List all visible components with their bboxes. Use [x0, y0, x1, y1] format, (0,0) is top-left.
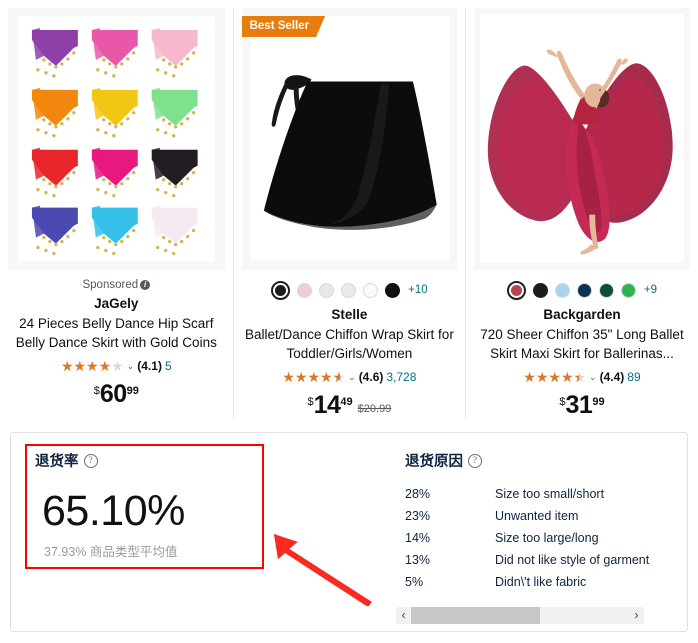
- color-swatch[interactable]: [576, 282, 592, 298]
- info-icon[interactable]: i: [140, 280, 151, 290]
- list-item: 13% Did not like style of garment: [405, 549, 698, 571]
- color-swatch[interactable]: [363, 282, 379, 298]
- reason-label: Didn\'t like fabric: [495, 575, 587, 589]
- color-swatch[interactable]: [385, 282, 401, 298]
- belly-dance-hip-scarves-image: [8, 8, 225, 270]
- reason-label: Unwanted item: [495, 509, 579, 523]
- reason-percent: 28%: [405, 487, 431, 501]
- price-fraction: 49: [340, 396, 353, 408]
- price-currency: $: [307, 396, 314, 408]
- more-colors-link[interactable]: +9: [644, 284, 657, 296]
- return-reasons-heading-text: 退货原因: [405, 454, 463, 470]
- product-card[interactable]: +9 Backgarden 720 Sheer Chiffon 35" Long…: [465, 0, 698, 420]
- return-reasons-section: 退货原因 ? 28% Size too small/short 23% Unwa…: [386, 433, 687, 631]
- return-rate-heading: 退货率 ?: [35, 450, 98, 471]
- price-fraction: 99: [126, 385, 139, 397]
- reason-label: Size too small/short: [495, 487, 605, 501]
- product-image-frame[interactable]: [8, 8, 225, 270]
- chevron-down-icon[interactable]: ⌄: [589, 372, 597, 382]
- product-card[interactable]: Sponsored i JaGely 24 Pieces Belly Dance …: [0, 0, 233, 412]
- return-rate-section: 退货率 ? 65.10% 37.93% 商品类型平均值: [11, 433, 386, 631]
- scrollbar-thumb[interactable]: [411, 607, 540, 624]
- price-fraction: 99: [592, 396, 605, 408]
- product-title[interactable]: 720 Sheer Chiffon 35" Long Ballet Skirt …: [466, 325, 698, 363]
- rating-count[interactable]: 89: [627, 370, 640, 384]
- sponsored-label: Sponsored i: [0, 278, 233, 293]
- list-item: 5% Didn\'t like fabric: [405, 571, 698, 593]
- return-stats-panel: 退货率 ? 65.10% 37.93% 商品类型平均值 退货原因 ? 28% S…: [10, 432, 688, 632]
- rating-count[interactable]: 3,728: [386, 370, 416, 384]
- product-title[interactable]: Ballet/Dance Chiffon Wrap Skirt for Todd…: [234, 325, 466, 363]
- product-brand[interactable]: Stelle: [234, 306, 466, 324]
- color-swatch[interactable]: [598, 282, 614, 298]
- product-price: $ 60 99: [0, 382, 233, 410]
- product-rating[interactable]: ★★★★★★★★★★ ⌄ (4.4) 89: [466, 368, 698, 386]
- dancer-crimson-skirt-image: [474, 8, 690, 269]
- color-swatch-selected[interactable]: [506, 280, 526, 300]
- reason-percent: 14%: [405, 531, 431, 545]
- star-rating-icon: ★★★★★★★★★★: [282, 369, 346, 385]
- product-title[interactable]: 24 Pieces Belly Dance Hip Scarf Belly Da…: [0, 314, 233, 352]
- price-currency: $: [559, 396, 566, 408]
- product-rating[interactable]: ★★★★★★★★★★ ⌄ (4.1) 5: [0, 357, 233, 375]
- black-wrap-skirt-image: [241, 8, 458, 269]
- star-rating-icon: ★★★★★★★★★★: [60, 358, 124, 374]
- price-whole: 60: [99, 380, 127, 408]
- rating-count[interactable]: 5: [165, 359, 172, 373]
- list-item: 23% Unwanted item: [405, 505, 698, 527]
- chevron-down-icon[interactable]: ⌄: [348, 372, 356, 382]
- reason-percent: 13%: [405, 553, 431, 567]
- product-image-frame[interactable]: Best Seller: [241, 8, 458, 270]
- list-price: $20.99: [357, 403, 392, 415]
- scrollbar-track[interactable]: [411, 607, 629, 624]
- reason-label: Did not like style of garment: [495, 553, 650, 567]
- question-circle-icon[interactable]: ?: [468, 453, 482, 468]
- list-item: 14% Size too large/long: [405, 527, 698, 549]
- product-brand[interactable]: JaGely: [0, 295, 233, 313]
- color-swatch-selected[interactable]: [271, 280, 291, 300]
- reason-percent: 23%: [405, 509, 431, 523]
- return-reasons-heading: 退货原因 ?: [405, 450, 482, 471]
- product-card[interactable]: Best Seller +10 Stelle Ballet/Dance Chif…: [232, 0, 466, 420]
- chevron-down-icon[interactable]: ⌄: [127, 361, 135, 371]
- rating-value: (4.4): [599, 370, 625, 384]
- return-rate-value: 65.10%: [42, 487, 185, 535]
- price-whole: 31: [565, 391, 593, 419]
- star-rating-icon: ★★★★★★★★★★: [523, 369, 587, 385]
- product-rating[interactable]: ★★★★★ ★★★★★ ⌄ (4.6) 3,728: [234, 368, 466, 386]
- question-circle-icon[interactable]: ?: [83, 453, 98, 468]
- color-swatch-row[interactable]: +10: [234, 279, 466, 301]
- color-swatch[interactable]: [341, 282, 357, 298]
- scroll-right-arrow-icon[interactable]: ›: [629, 607, 644, 624]
- product-price: $ 31 99: [466, 393, 698, 421]
- color-swatch[interactable]: [554, 282, 570, 298]
- return-reasons-list: 28% Size too small/short 23% Unwanted it…: [405, 483, 698, 593]
- product-image-frame[interactable]: [474, 8, 690, 270]
- reason-percent: 5%: [405, 575, 424, 589]
- color-swatch[interactable]: [319, 282, 335, 298]
- sponsored-text: Sponsored: [82, 279, 139, 291]
- list-item: 28% Size too small/short: [405, 483, 698, 505]
- best-seller-badge: Best Seller: [242, 16, 325, 37]
- reason-label: Size too large/long: [495, 531, 599, 545]
- scroll-left-arrow-icon[interactable]: ‹: [396, 607, 411, 624]
- price-whole: 14: [313, 391, 341, 419]
- color-swatch[interactable]: [297, 282, 313, 298]
- price-currency: $: [93, 385, 100, 397]
- color-swatch[interactable]: [620, 282, 636, 298]
- product-price: $ 14 49 $20.99: [234, 393, 466, 421]
- product-brand[interactable]: Backgarden: [466, 306, 698, 324]
- rating-value: (4.6): [358, 370, 384, 384]
- product-carousel: Sponsored i JaGely 24 Pieces Belly Dance …: [0, 0, 698, 420]
- color-swatch-row[interactable]: +9: [466, 279, 698, 301]
- horizontal-scrollbar[interactable]: ‹ ›: [396, 607, 644, 624]
- return-rate-heading-text: 退货率: [35, 454, 79, 470]
- more-colors-link[interactable]: +10: [408, 284, 428, 296]
- return-rate-benchmark: 37.93% 商品类型平均值: [44, 545, 178, 559]
- color-swatch[interactable]: [532, 282, 548, 298]
- rating-value: (4.1): [137, 359, 162, 373]
